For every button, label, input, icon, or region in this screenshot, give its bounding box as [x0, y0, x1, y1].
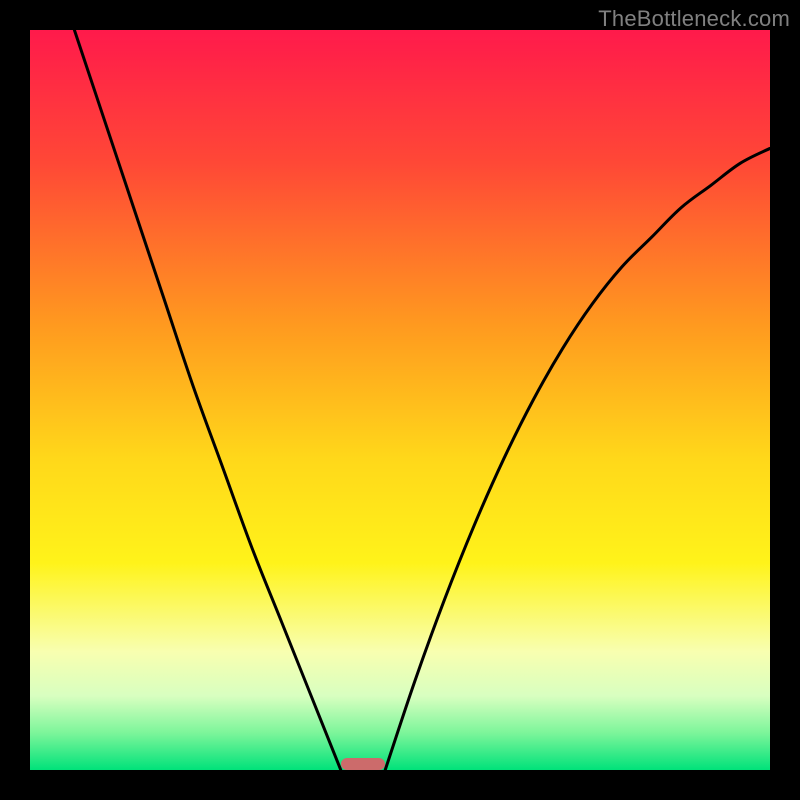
curves-layer — [30, 30, 770, 770]
right-curve — [385, 148, 770, 770]
watermark-text: TheBottleneck.com — [598, 6, 790, 32]
plot-area — [30, 30, 770, 770]
chart-frame: TheBottleneck.com — [0, 0, 800, 800]
left-curve — [74, 30, 340, 770]
